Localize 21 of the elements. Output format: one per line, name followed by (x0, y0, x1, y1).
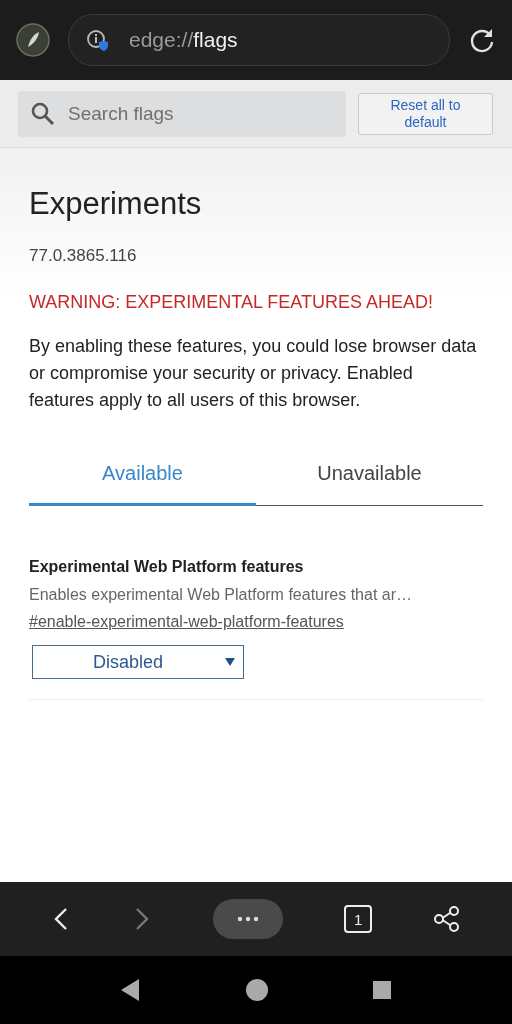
flag-name: Experimental Web Platform features (29, 558, 305, 576)
flag-description: Enables experimental Web Platform features that ar… (29, 586, 413, 604)
search-field[interactable]: Search flags (18, 90, 346, 137)
version-text: 77.0.3865.116 (29, 246, 138, 266)
tab[interactable]: Unavailable (256, 448, 483, 506)
url-text[interactable]: edge://flags (129, 28, 238, 52)
reset-button[interactable]: Reset all to default (358, 92, 493, 135)
flag-dropdown[interactable]: Disabled (32, 645, 244, 679)
nav-back-icon[interactable] (121, 979, 141, 1001)
description-text: By enabling these features, you could lose browser data or compromise your security or privacy. Enabled features apply to all users of this browser. (29, 335, 478, 412)
address-bar[interactable]: edge://flags (68, 14, 450, 66)
tab[interactable]: Available (29, 448, 256, 506)
warning-text: WARNING: EXPERIMENTAL FEATURES AHEAD! (29, 292, 435, 313)
dropdown-caret-icon (225, 658, 235, 666)
home-icon[interactable] (246, 979, 268, 1001)
share-icon[interactable] (433, 905, 462, 933)
page-title: Experiments (29, 186, 203, 222)
profile-avatar-icon[interactable] (16, 23, 50, 57)
flag-link[interactable]: #enable-experimental-web-platform-features (29, 613, 344, 631)
tab-count-button[interactable]: 1 (344, 905, 373, 933)
site-info-icon[interactable] (85, 28, 109, 52)
